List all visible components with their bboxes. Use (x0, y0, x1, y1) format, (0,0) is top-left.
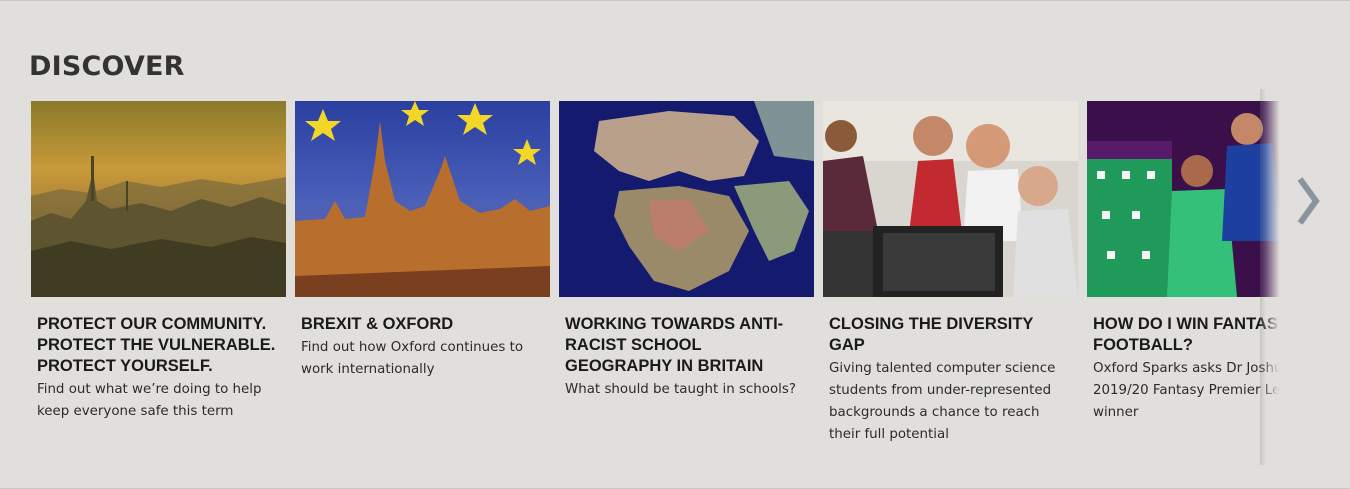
section-heading: DISCOVER (29, 51, 185, 82)
card-image-banknote-map[interactable] (559, 101, 814, 297)
card-title[interactable]: PROTECT OUR COMMUNITY. PROTECT THE VULNE… (37, 314, 280, 377)
card-image-fantasy-football[interactable] (1087, 101, 1291, 297)
card-diversity[interactable]: CLOSING THE DIVERSITY GAP Giving talente… (823, 101, 1078, 441)
oxford-spires-eu-flag-photo (295, 101, 550, 297)
card-image-oxford-eu-flag[interactable] (295, 101, 550, 297)
card-description: What should be taught in schools? (565, 382, 796, 397)
card-fantasy-football[interactable]: HOW DO I WIN FANTASY FOOTBALL? Oxford Sp… (1087, 101, 1291, 441)
card-description: Find out what we’re doing to help keep e… (37, 382, 262, 419)
fantasy-football-players-photo (1087, 101, 1291, 297)
card-title[interactable]: CLOSING THE DIVERSITY GAP (829, 314, 1072, 356)
card-title[interactable]: WORKING TOWARDS ANTI-RACIST SCHOOL GEOGR… (565, 314, 808, 377)
card-community[interactable]: PROTECT OUR COMMUNITY. PROTECT THE VULNE… (31, 101, 286, 441)
banknote-world-map-photo (559, 101, 814, 297)
students-at-computer-photo (823, 101, 1078, 297)
card-brexit[interactable]: BREXIT & OXFORD Find out how Oxford cont… (295, 101, 550, 441)
card-description: Find out how Oxford continues to work in… (301, 340, 524, 377)
card-description: Oxford Sparks asks Dr Joshua Bull, 2019/… (1093, 361, 1291, 420)
card-image-students[interactable] (823, 101, 1078, 297)
chevron-right-icon (1297, 177, 1320, 225)
card-title[interactable]: HOW DO I WIN FANTASY FOOTBALL? (1093, 314, 1291, 356)
carousel-track: PROTECT OUR COMMUNITY. PROTECT THE VULNE… (31, 101, 1291, 441)
oxford-skyline-sunset-photo (31, 101, 286, 297)
card-title[interactable]: BREXIT & OXFORD (301, 314, 544, 335)
card-description: Giving talented computer science student… (829, 361, 1056, 441)
card-image-oxford-skyline[interactable] (31, 101, 286, 297)
carousel-next-button[interactable] (1290, 169, 1324, 233)
discover-section: DISCOVER PROTECT OUR COMMUNITY. PROTECT … (0, 0, 1350, 489)
card-geography[interactable]: WORKING TOWARDS ANTI-RACIST SCHOOL GEOGR… (559, 101, 814, 441)
